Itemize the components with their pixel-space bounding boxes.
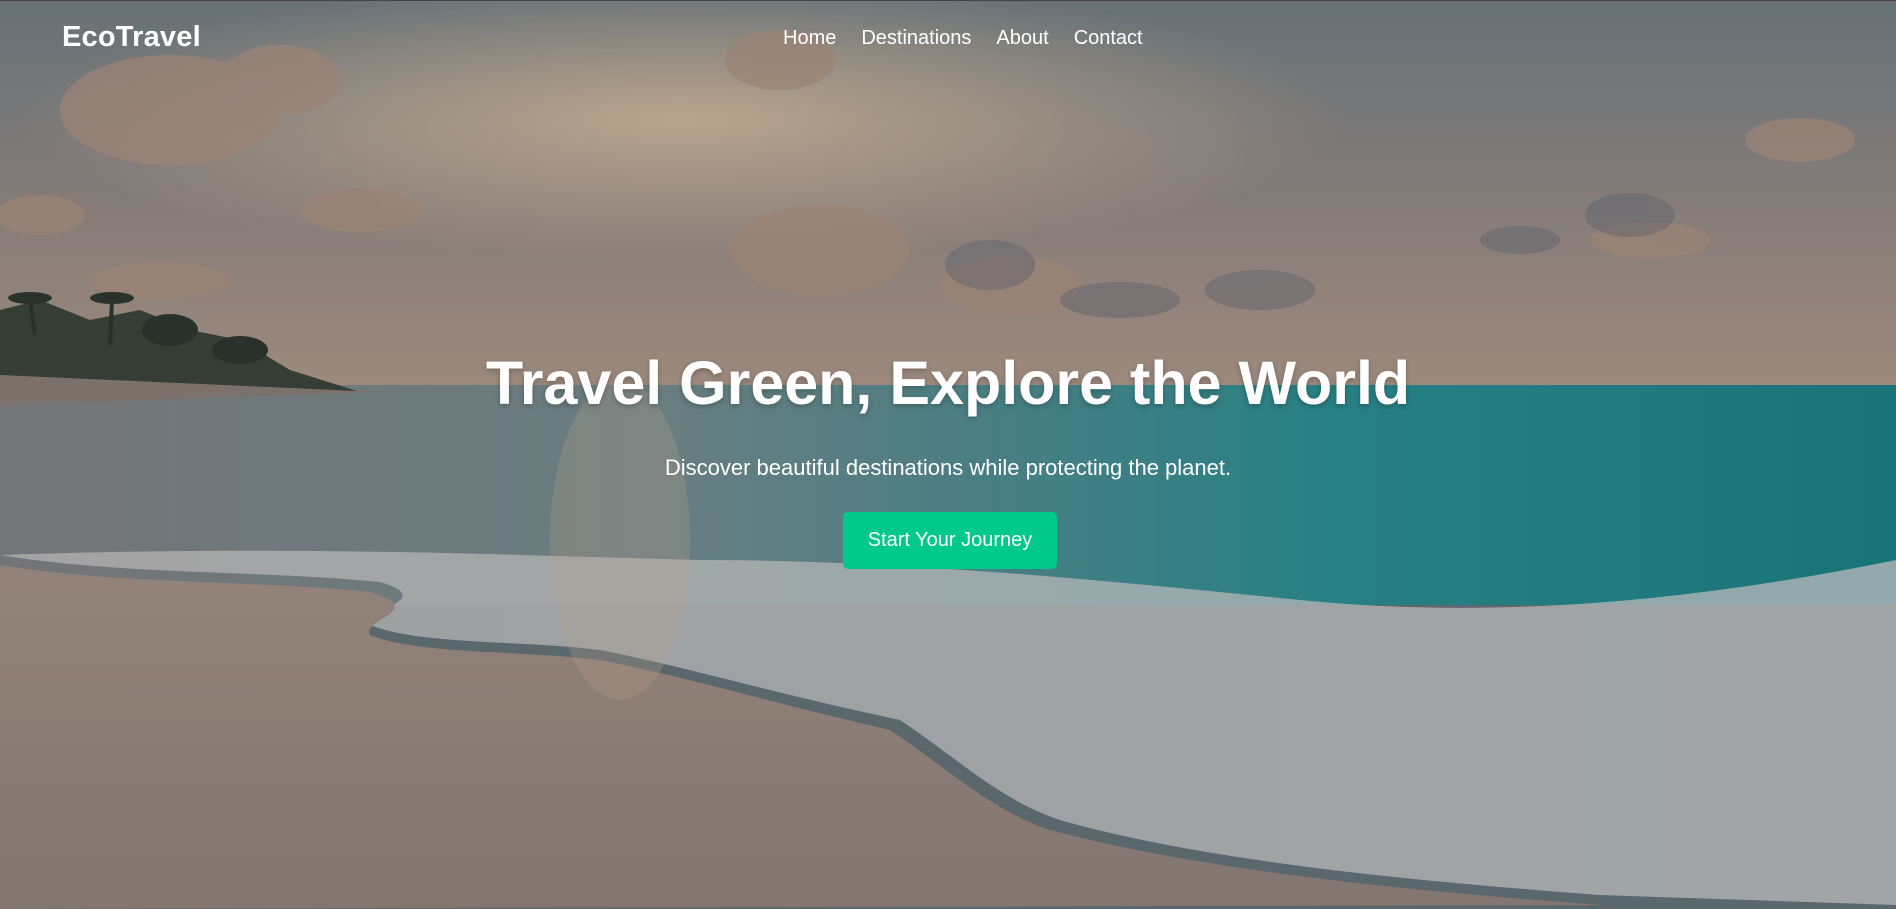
site-logo[interactable]: EcoTravel — [62, 21, 201, 54]
hero-title: Travel Green, Explore the World — [485, 349, 1411, 417]
hero-subtitle: Discover beautiful destinations while pr… — [664, 455, 1232, 480]
nav-link-about[interactable]: About — [996, 27, 1048, 50]
hero-section: EcoTravel Home Destinations About Contac… — [0, 0, 1896, 909]
main-nav: Home Destinations About Contact — [783, 27, 1168, 50]
start-journey-button[interactable]: Start Your Journey — [843, 512, 1057, 569]
top-navigation-bar: EcoTravel Home Destinations About Contac… — [0, 0, 1896, 77]
nav-link-destinations[interactable]: Destinations — [861, 27, 971, 50]
nav-link-home[interactable]: Home — [783, 27, 836, 50]
nav-link-contact[interactable]: Contact — [1074, 27, 1143, 50]
